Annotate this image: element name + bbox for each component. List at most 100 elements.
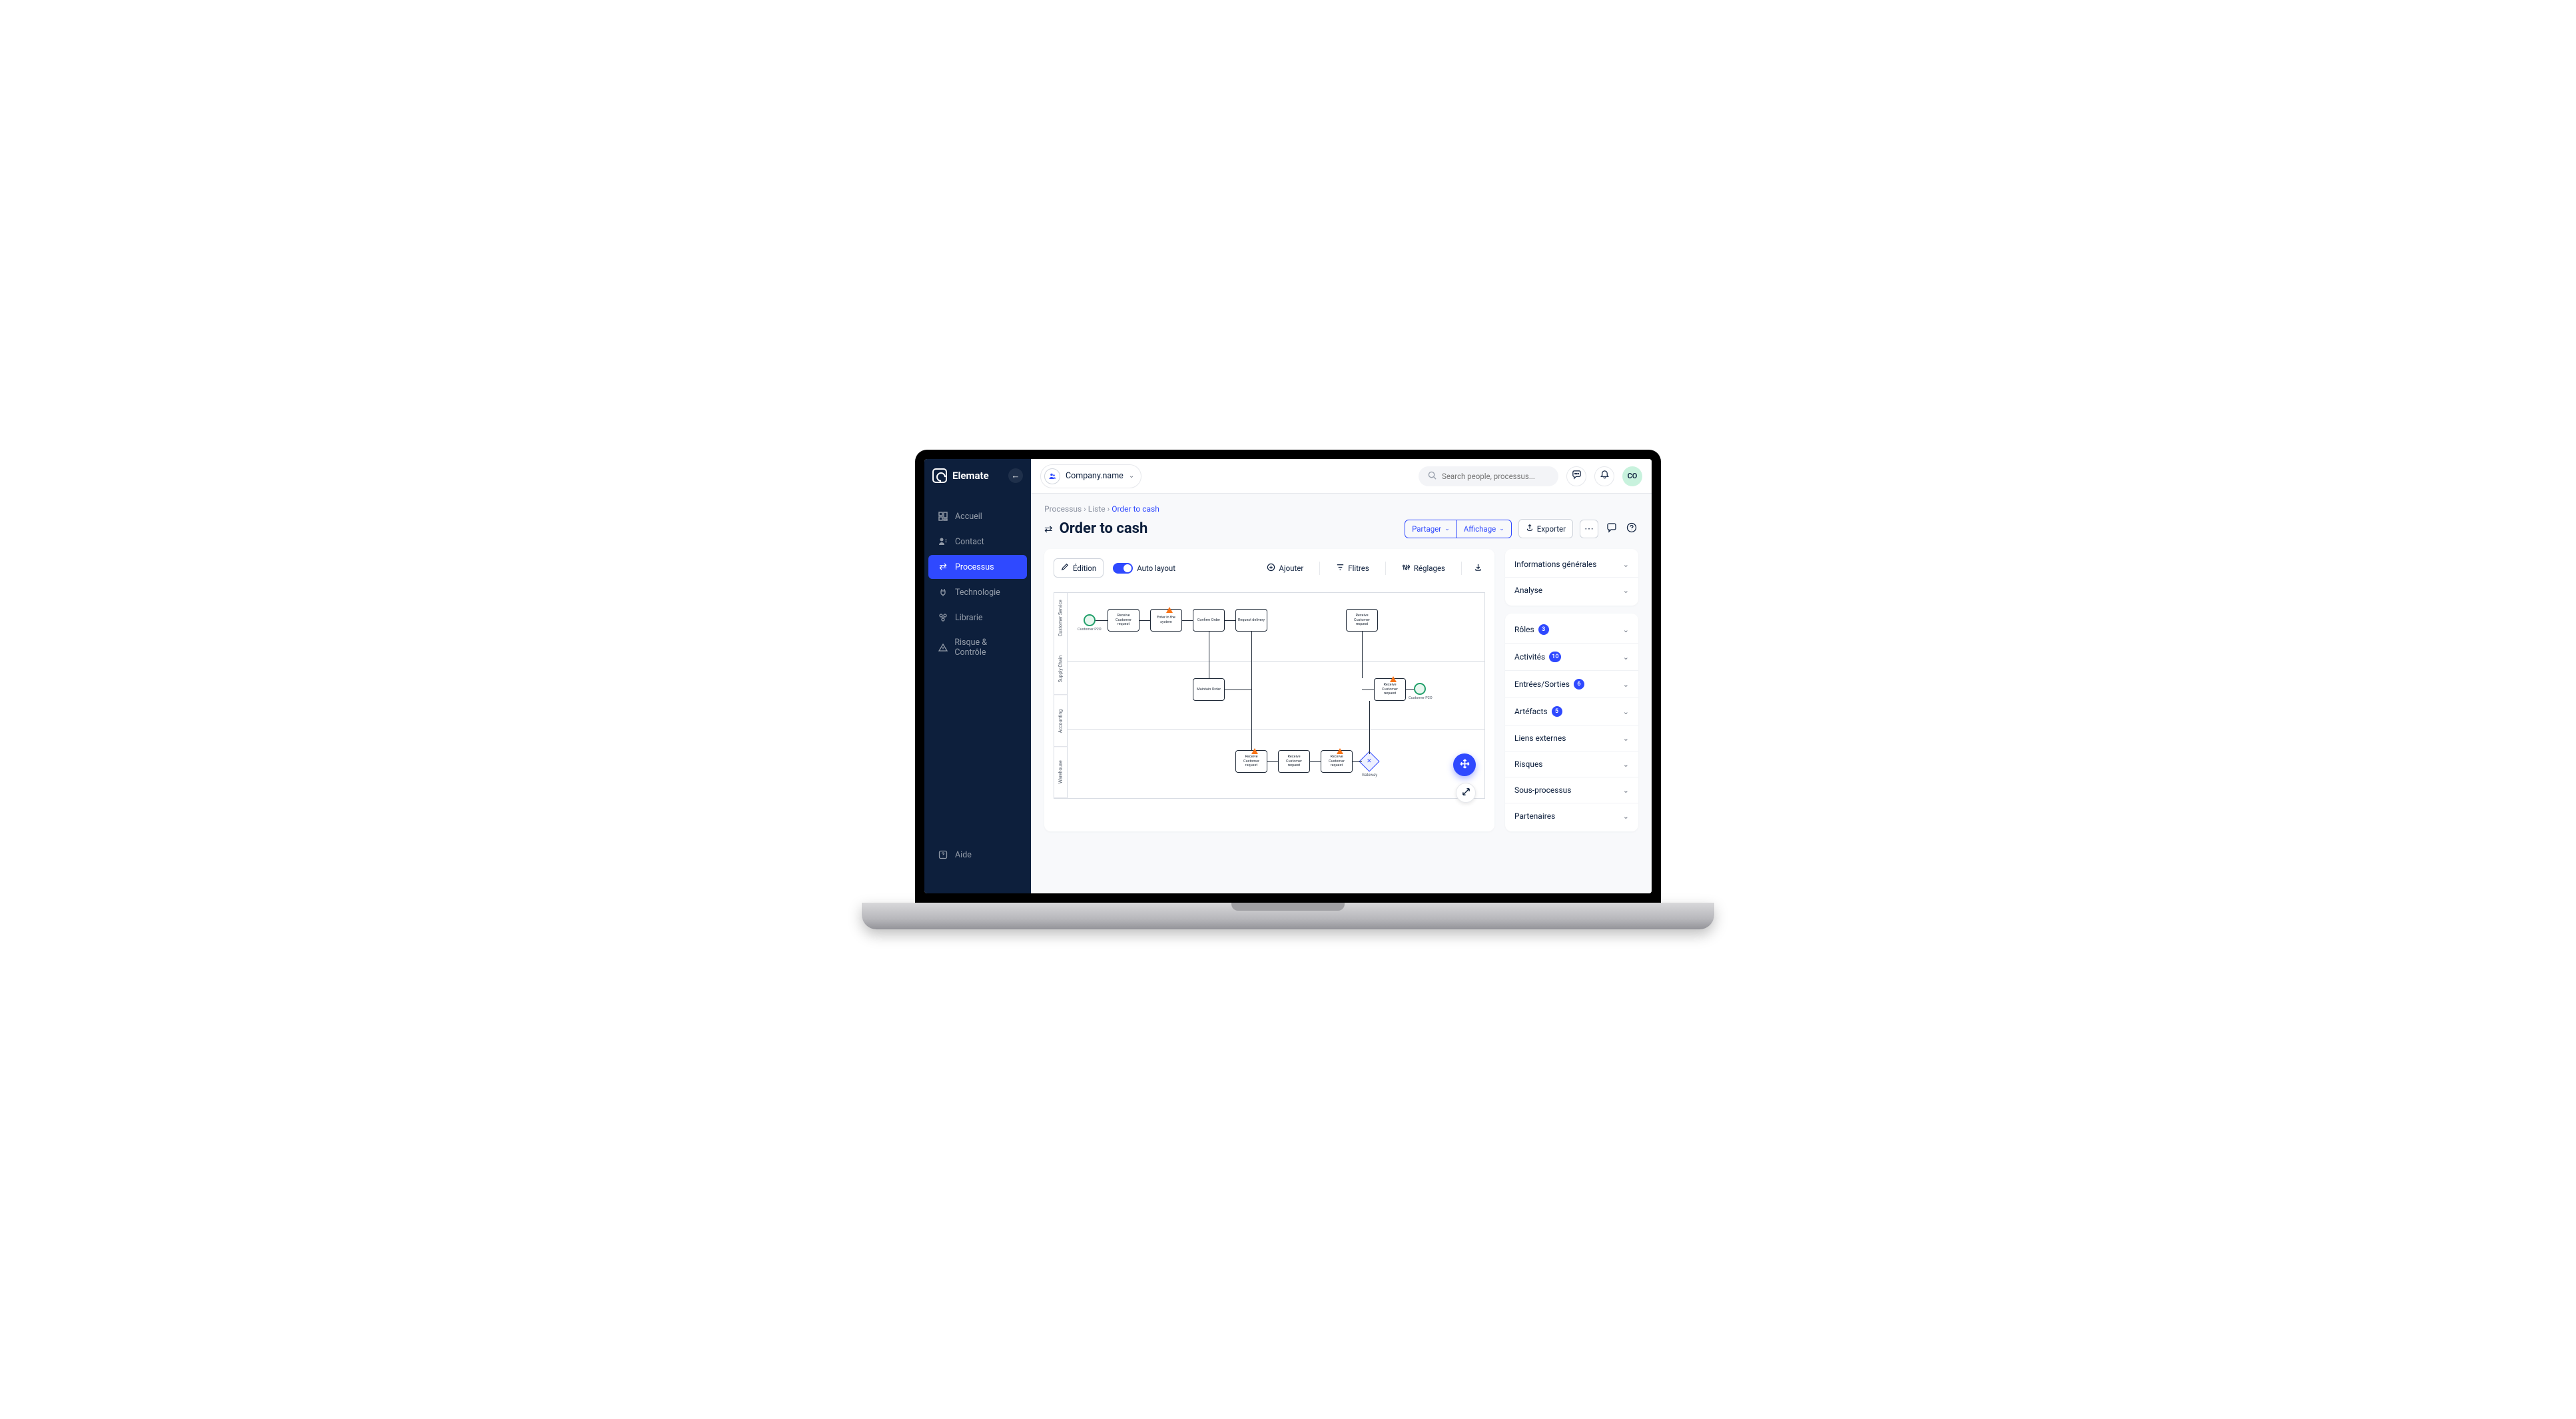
add-button[interactable]: Ajouter — [1260, 563, 1310, 574]
topbar: Company.name ⌄ — [1031, 459, 1652, 494]
sidebar-item-technologie[interactable]: Technologie — [928, 580, 1027, 604]
autolayout-label: Auto layout — [1137, 564, 1175, 573]
panel-label: Entrées/Sorties — [1514, 680, 1570, 689]
breadcrumb-liste[interactable]: Liste — [1088, 504, 1106, 514]
chevron-down-icon: ⌄ — [1129, 472, 1134, 480]
avatar-initials: CO — [1628, 472, 1638, 480]
filters-button[interactable]: Flitres — [1329, 563, 1376, 574]
task-receive-request-9[interactable]: Receive Customer request — [1278, 750, 1310, 773]
lane-supply-accounting — [1068, 661, 1484, 729]
panel-item-partenaires[interactable]: Partenaires ⌄ — [1505, 803, 1638, 829]
panel-item-sousprocessus[interactable]: Sous-processus ⌄ — [1505, 777, 1638, 803]
settings-button[interactable]: Réglages — [1395, 563, 1452, 574]
panel-label: Risques — [1514, 759, 1543, 769]
edition-button[interactable]: Édition — [1054, 558, 1104, 578]
gateway-label: Gateway — [1362, 773, 1377, 777]
panel-label: Artéfacts — [1514, 707, 1548, 716]
comment-button[interactable] — [1605, 522, 1618, 536]
sidebar-item-label: Risque & Contrôle — [954, 638, 1018, 658]
sidebar-item-risque[interactable]: Risque & Contrôle — [928, 631, 1027, 664]
bpmn-diagram[interactable]: Customer Service Supply Chain Accounting… — [1054, 592, 1485, 799]
chevron-down-icon: ⌄ — [1623, 653, 1629, 662]
lane-label-supply-chain: Supply Chain — [1054, 644, 1067, 695]
panel-item-risques[interactable]: Risques ⌄ — [1505, 751, 1638, 777]
toggle-switch-icon — [1113, 563, 1133, 574]
search-icon — [1428, 471, 1437, 482]
sidebar: Elemate ← Accueil — [924, 459, 1031, 893]
chevron-down-icon: ⌄ — [1499, 526, 1504, 532]
brand: Elemate — [932, 468, 989, 483]
panel-item-info[interactable]: Informations générales ⌄ — [1505, 552, 1638, 577]
task-maintain-order[interactable]: Maintain Order — [1193, 678, 1225, 701]
search-input[interactable] — [1442, 472, 1549, 481]
export-button[interactable]: Exporter — [1518, 519, 1573, 538]
count-badge: 6 — [1574, 679, 1584, 690]
details-panel: Informations générales ⌄ Analyse ⌄ — [1505, 549, 1638, 831]
chat-icon — [1606, 522, 1617, 536]
breadcrumb-processus[interactable]: Processus — [1044, 504, 1082, 514]
chevron-down-icon: ⌄ — [1623, 586, 1629, 595]
lane-label-accounting: Accounting — [1054, 696, 1067, 747]
view-label: Affichage — [1464, 524, 1496, 534]
export-label: Exporter — [1537, 524, 1566, 534]
task-receive-request-5[interactable]: Receive Customer request — [1346, 609, 1378, 632]
start-event[interactable] — [1084, 614, 1096, 626]
settings-label: Réglages — [1414, 564, 1445, 573]
canvas-panel: Édition Auto layout — [1044, 549, 1494, 831]
panel-item-artefacts[interactable]: Artéfacts 5 ⌄ — [1505, 698, 1638, 725]
chat-icon — [1572, 470, 1582, 482]
user-avatar[interactable]: CO — [1622, 466, 1642, 486]
edition-label: Édition — [1073, 564, 1096, 573]
sidebar-item-accueil[interactable]: Accueil — [928, 504, 1027, 528]
share-label: Partager — [1412, 524, 1441, 534]
company-icon — [1044, 468, 1060, 484]
sidebar-item-processus[interactable]: ⇄ Processus — [928, 555, 1027, 579]
sidebar-item-librarie[interactable]: Librarie — [928, 606, 1027, 630]
chevron-down-icon: ⌄ — [1623, 812, 1629, 821]
panel-item-roles[interactable]: Rôles 3 ⌄ — [1505, 616, 1638, 643]
download-button[interactable] — [1471, 563, 1485, 574]
sliders-icon — [1402, 563, 1411, 574]
notifications-button[interactable] — [1594, 466, 1614, 486]
warning-icon — [1337, 745, 1343, 751]
help-icon — [938, 849, 948, 860]
messages-button[interactable] — [1566, 466, 1586, 486]
panel-item-entrees[interactable]: Entrées/Sorties 6 ⌄ — [1505, 670, 1638, 698]
panel-item-analyse[interactable]: Analyse ⌄ — [1505, 577, 1638, 603]
warning-icon — [1390, 673, 1397, 680]
company-name: Company.name — [1066, 471, 1124, 481]
help-button[interactable] — [1625, 522, 1638, 536]
company-selector[interactable]: Company.name ⌄ — [1040, 464, 1141, 488]
panel-item-activites[interactable]: Activités 10 ⌄ — [1505, 643, 1638, 670]
panel-item-liens[interactable]: Liens externes ⌄ — [1505, 725, 1638, 751]
arrow-left-icon: ← — [1012, 470, 1020, 481]
chevron-down-icon: ⌄ — [1445, 526, 1450, 532]
sidebar-item-label: Contact — [955, 537, 984, 547]
sidebar-item-aide[interactable]: Aide — [928, 843, 1027, 867]
lane-label-warehouse: Warehouse — [1054, 747, 1067, 798]
sidebar-item-contact[interactable]: Contact — [928, 530, 1027, 554]
warning-icon — [1251, 745, 1258, 751]
breadcrumb-current: Order to cash — [1112, 504, 1159, 514]
pencil-icon — [1061, 563, 1069, 573]
task-receive-request-1[interactable]: Receive Customer request — [1108, 609, 1139, 632]
view-button[interactable]: Affichage ⌄ — [1456, 520, 1511, 538]
count-badge: 10 — [1549, 652, 1561, 662]
brand-logo-icon — [932, 468, 947, 483]
end-event[interactable] — [1414, 683, 1426, 695]
task-request-delivery[interactable]: Request delivery — [1235, 609, 1267, 632]
more-button[interactable]: ⋯ — [1580, 520, 1598, 538]
autolayout-toggle[interactable]: Auto layout — [1113, 563, 1175, 574]
task-confirm-order[interactable]: Confirm Order — [1193, 609, 1225, 632]
expand-button[interactable] — [1456, 783, 1476, 803]
download-icon — [1474, 563, 1482, 574]
sidebar-collapse-button[interactable]: ← — [1008, 468, 1023, 483]
share-button[interactable]: Partager ⌄ — [1405, 520, 1456, 538]
search-input-wrapper[interactable] — [1419, 466, 1558, 486]
breadcrumb: Processus › Liste › Order to cash — [1044, 504, 1638, 514]
sidebar-item-label: Technologie — [955, 588, 1000, 598]
swap-icon: ⇄ — [1044, 523, 1053, 535]
panel-label: Activités — [1514, 652, 1545, 662]
question-icon — [1626, 522, 1637, 536]
pan-button[interactable] — [1453, 753, 1476, 776]
